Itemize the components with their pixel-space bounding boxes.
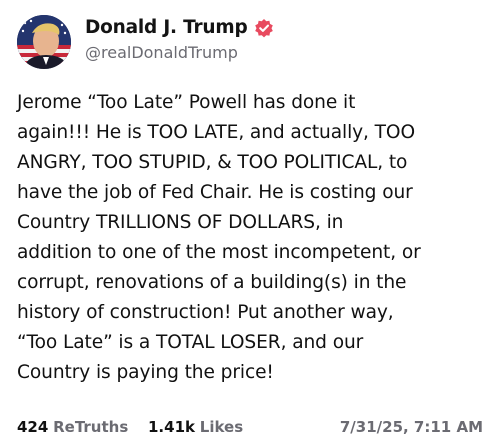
author-name-row: Donald J. Trump [85, 17, 274, 38]
retruths-stat[interactable]: 424 ReTruths [17, 418, 128, 436]
likes-count: 1.41k [148, 418, 195, 436]
verified-badge-icon [254, 18, 274, 38]
post-body-text: Jerome “Too Late” Powell has done it aga… [17, 92, 421, 383]
likes-stat[interactable]: 1.41k Likes [148, 418, 243, 436]
truth-post: Donald J. Trump @realDonaldTrump Jerome … [0, 0, 500, 444]
likes-label: Likes [199, 418, 244, 436]
retruths-label: ReTruths [53, 418, 129, 436]
author-display-name[interactable]: Donald J. Trump [85, 17, 248, 38]
avatar[interactable] [17, 15, 71, 69]
post-timestamp[interactable]: 7/31/25, 7:11 AM [340, 418, 483, 436]
post-footer: 424 ReTruths 1.41k Likes 7/31/25, 7:11 A… [17, 418, 483, 440]
author-handle[interactable]: @realDonaldTrump [85, 43, 238, 62]
avatar-image [17, 15, 71, 69]
retruths-count: 424 [17, 418, 49, 436]
